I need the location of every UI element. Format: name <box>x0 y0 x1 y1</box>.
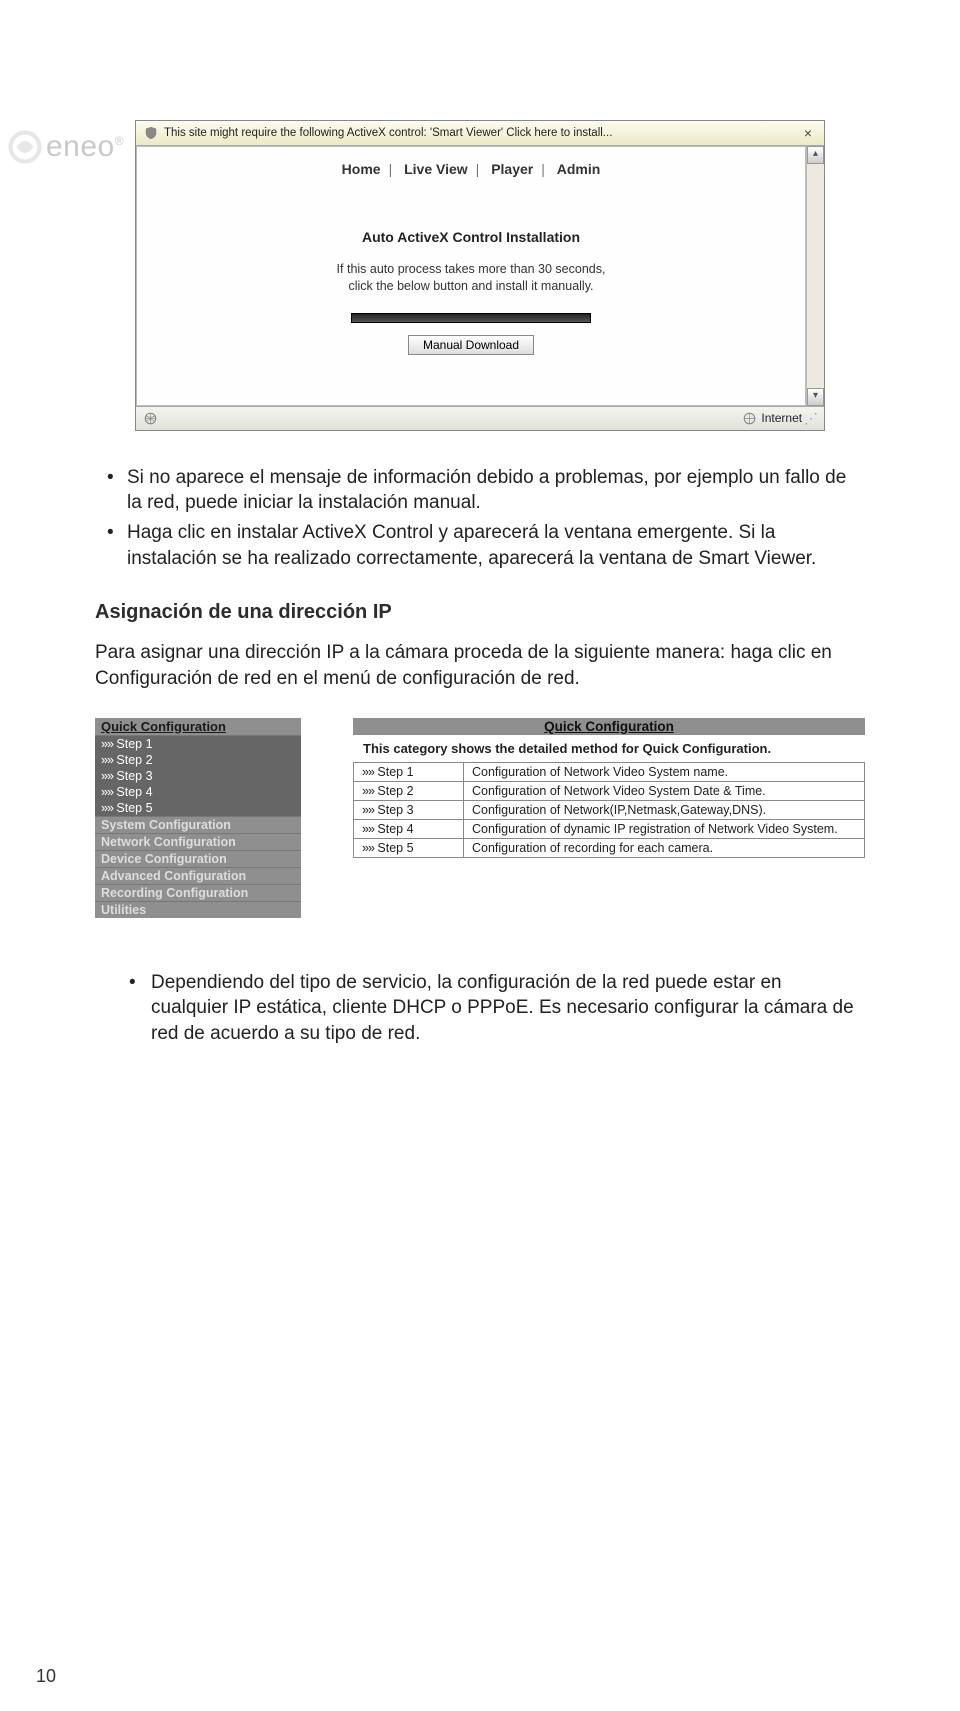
menu-admin[interactable]: Admin <box>553 161 605 177</box>
sidebar-system-config[interactable]: System Configuration <box>95 816 301 833</box>
sidebar-step-1[interactable]: »» Step 1 <box>95 736 301 752</box>
status-bar: Internet ⋰ <box>136 406 824 430</box>
scroll-down-icon[interactable]: ▾ <box>807 388 824 406</box>
table-row: »» Step 2Configuration of Network Video … <box>354 781 865 800</box>
bullet-list-2: Dependiendo del tipo de servicio, la con… <box>95 970 865 1047</box>
brand-name: eneo® <box>46 130 124 164</box>
sidebar-quick-config[interactable]: Quick Configuration <box>95 718 301 736</box>
activex-title: Auto ActiveX Control Installation <box>137 229 805 245</box>
menu-liveview[interactable]: Live View <box>400 161 472 177</box>
config-sidebar: Quick Configuration »» Step 1 »» Step 2 … <box>95 718 301 918</box>
menu-player[interactable]: Player <box>487 161 537 177</box>
activex-screenshot: This site might require the following Ac… <box>135 120 825 431</box>
scroll-up-icon[interactable]: ▴ <box>807 146 824 164</box>
sidebar-step-4[interactable]: »» Step 4 <box>95 784 301 800</box>
table-row: »» Step 1Configuration of Network Video … <box>354 762 865 781</box>
brand-logo-icon <box>8 130 42 164</box>
quick-config-panel: Quick Configuration This category shows … <box>353 718 865 858</box>
bullet-1b: Haga clic en instalar ActiveX Control y … <box>127 520 855 571</box>
infobar-text: This site might require the following Ac… <box>164 127 612 139</box>
resize-grip-icon: ⋰ <box>802 410 816 427</box>
shield-icon <box>144 126 158 140</box>
infobar-close-button[interactable]: × <box>800 125 816 141</box>
zone-globe-icon <box>743 412 756 425</box>
scrollbar[interactable]: ▴ ▾ <box>806 146 824 406</box>
sidebar-network-config[interactable]: Network Configuration <box>95 833 301 850</box>
table-row: »» Step 3Configuration of Network(IP,Net… <box>354 800 865 819</box>
menu-home[interactable]: Home <box>338 161 385 177</box>
top-menu: Home| Live View| Player| Admin <box>137 147 805 191</box>
qc-title: Quick Configuration <box>353 718 865 735</box>
sidebar-step-5[interactable]: »» Step 5 <box>95 800 301 816</box>
sidebar-advanced-config[interactable]: Advanced Configuration <box>95 867 301 884</box>
status-zone: Internet <box>761 411 802 425</box>
sidebar-step-3[interactable]: »» Step 3 <box>95 768 301 784</box>
sidebar-recording-config[interactable]: Recording Configuration <box>95 884 301 901</box>
activex-message: If this auto process takes more than 30 … <box>137 261 805 295</box>
bullet-1a: Si no aparece el mensaje de información … <box>127 465 855 516</box>
quick-config-screenshot: Quick Configuration »» Step 1 »» Step 2 … <box>95 718 865 918</box>
brand-header: eneo® <box>8 130 124 164</box>
section-paragraph: Para asignar una dirección IP a la cámar… <box>95 640 865 691</box>
table-row: »» Step 5Configuration of recording for … <box>354 838 865 857</box>
qc-description: This category shows the detailed method … <box>353 735 865 762</box>
page-number: 10 <box>36 1666 56 1687</box>
ie-infobar[interactable]: This site might require the following Ac… <box>136 121 824 146</box>
qc-steps-table: »» Step 1Configuration of Network Video … <box>353 762 865 858</box>
bullet-2a: Dependiendo del tipo de servicio, la con… <box>151 970 855 1047</box>
progress-bar <box>351 313 591 323</box>
sidebar-device-config[interactable]: Device Configuration <box>95 850 301 867</box>
sidebar-step-2[interactable]: »» Step 2 <box>95 752 301 768</box>
bullet-list-1: Si no aparece el mensaje de información … <box>95 465 865 572</box>
section-heading: Asignación de una dirección IP <box>95 601 865 624</box>
manual-download-button[interactable]: Manual Download <box>408 335 534 355</box>
globe-icon <box>144 412 157 425</box>
table-row: »» Step 4Configuration of dynamic IP reg… <box>354 819 865 838</box>
sidebar-utilities[interactable]: Utilities <box>95 901 301 918</box>
